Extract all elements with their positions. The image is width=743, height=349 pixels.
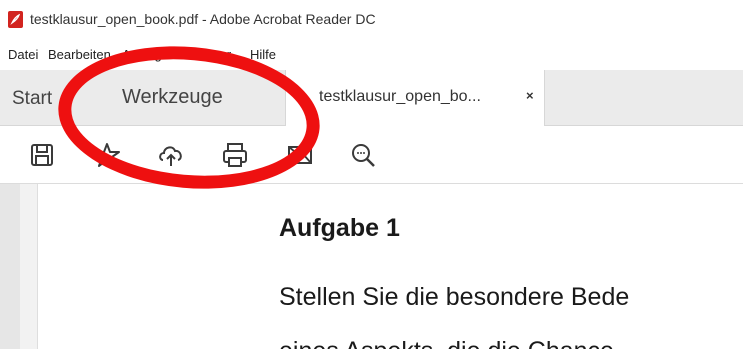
tab-bar: Start Werkzeuge testklausur_open_bo... × [0, 70, 743, 126]
menu-bar: Datei Bearbeiten Anzeige Fenster Hilfe [0, 40, 743, 70]
toolbar [0, 126, 743, 184]
tab-close-icon[interactable]: × [526, 88, 534, 103]
tab-document[interactable]: testklausur_open_bo... × [285, 70, 545, 126]
menu-fenster[interactable]: Fenster [187, 47, 231, 62]
document-paragraph-line-2: eines Aspekts, die die Chance [279, 337, 614, 349]
title-bar: testklausur_open_book.pdf - Adobe Acroba… [0, 0, 743, 40]
menu-hilfe[interactable]: Hilfe [250, 47, 276, 62]
email-icon[interactable] [285, 140, 315, 170]
menu-bearbeiten[interactable]: Bearbeiten [48, 47, 111, 62]
print-icon[interactable] [220, 140, 250, 170]
window-title: testklausur_open_book.pdf - Adobe Acroba… [30, 11, 376, 27]
acrobat-pdf-icon [8, 11, 23, 28]
document-heading: Aufgabe 1 [279, 214, 400, 242]
save-icon[interactable] [27, 140, 57, 170]
tab-document-label: testklausur_open_bo... [319, 88, 481, 105]
zoom-search-icon[interactable] [348, 140, 378, 170]
bookmark-star-icon[interactable] [92, 140, 122, 170]
tab-start[interactable]: Start [12, 88, 52, 110]
menu-anzeige[interactable]: Anzeige [122, 47, 169, 62]
menu-datei[interactable]: Datei [8, 47, 38, 62]
tab-werkzeuge[interactable]: Werkzeuge [122, 86, 223, 109]
left-panel-strip[interactable] [0, 184, 20, 349]
cloud-upload-icon[interactable] [156, 140, 186, 170]
document-view[interactable]: Aufgabe 1 Stellen Sie die besondere Bede… [0, 184, 743, 349]
page-gutter [20, 184, 38, 349]
document-paragraph-line-1: Stellen Sie die besondere Bede [279, 283, 630, 311]
